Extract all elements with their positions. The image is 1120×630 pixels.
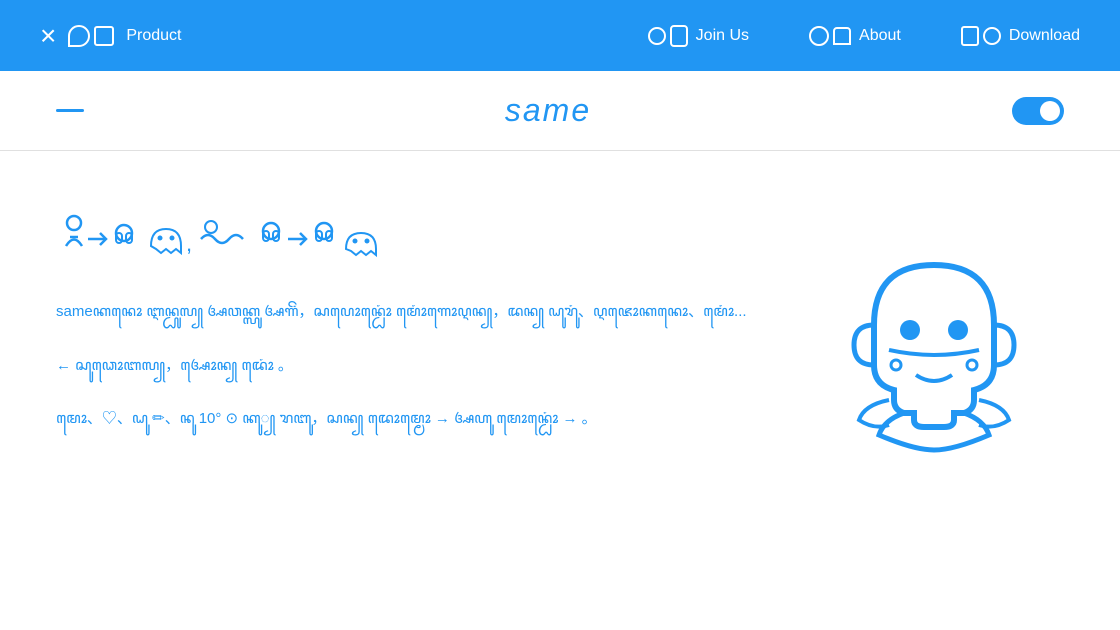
paragraph-2: ← ꦱꦸꦣꦺꦴꦧꦭ꧀，ꦄꦺꦴꦤ꧀ ꦢꦺꦴꦁ 。: [56, 353, 764, 379]
about-icon-2: [833, 27, 851, 45]
paragraph-1: sameꦏꦤꦺꦴ ꦆꦤ꧀ꦝꦸꦭ꧀ ꦄꦮꦏ꧀ꦭꦸ ꦄꦒꦼꦁ，ꦱꦥꦺꦴꦤ꧀ꦝꦺꦴꦁ …: [56, 299, 764, 325]
main-content: , sameꦏꦤꦺꦴ ꦆꦤ꧀: [0, 151, 1120, 500]
product-icons: [68, 25, 114, 47]
toggle-switch[interactable]: [1012, 97, 1064, 125]
paragraph-3: ꦩꦺꦴ、♡、ꦝꦸ ✏、ꦤꦸ 10° ⊙ ꦏꦸ꧀ ꦫꦧꦸ，ꦱꦤ꧀ ꦢꦺꦴꦩ꧀ꦩꦺꦴ…: [56, 406, 764, 432]
product-icon-1: [68, 25, 90, 47]
about-icon-1: [809, 26, 829, 46]
join-icons: [648, 25, 688, 47]
join-icon-2: [670, 25, 688, 47]
nav-download[interactable]: Download: [961, 26, 1080, 46]
mascot-svg: [834, 235, 1034, 455]
svg-text:,: ,: [186, 231, 192, 256]
nav-join[interactable]: Join Us: [648, 25, 749, 47]
nav-about[interactable]: About: [809, 26, 901, 46]
toggle-knob: [1040, 101, 1060, 121]
close-button[interactable]: ×: [40, 22, 56, 50]
download-icon-2: [983, 27, 1001, 45]
menu-dash[interactable]: [56, 109, 84, 112]
nav-left: × Product: [40, 22, 182, 50]
download-icons: [961, 26, 1001, 46]
header: same: [0, 71, 1120, 151]
heading-row: ,: [56, 211, 764, 271]
join-icon-1: [648, 27, 666, 45]
about-icons: [809, 26, 851, 46]
navigation: × Product Join Us About Do: [0, 0, 1120, 71]
main-left: , sameꦏꦤꦺꦴ ꦆꦤ꧀: [56, 211, 764, 460]
heading-icons-svg: ,: [56, 211, 536, 271]
mascot-area: [804, 211, 1064, 460]
nav-product[interactable]: Product: [126, 27, 181, 45]
download-icon-1: [961, 26, 979, 46]
nav-center: Join Us About Download: [648, 25, 1080, 47]
logo: same: [505, 92, 591, 129]
product-icon-2: [94, 26, 114, 46]
